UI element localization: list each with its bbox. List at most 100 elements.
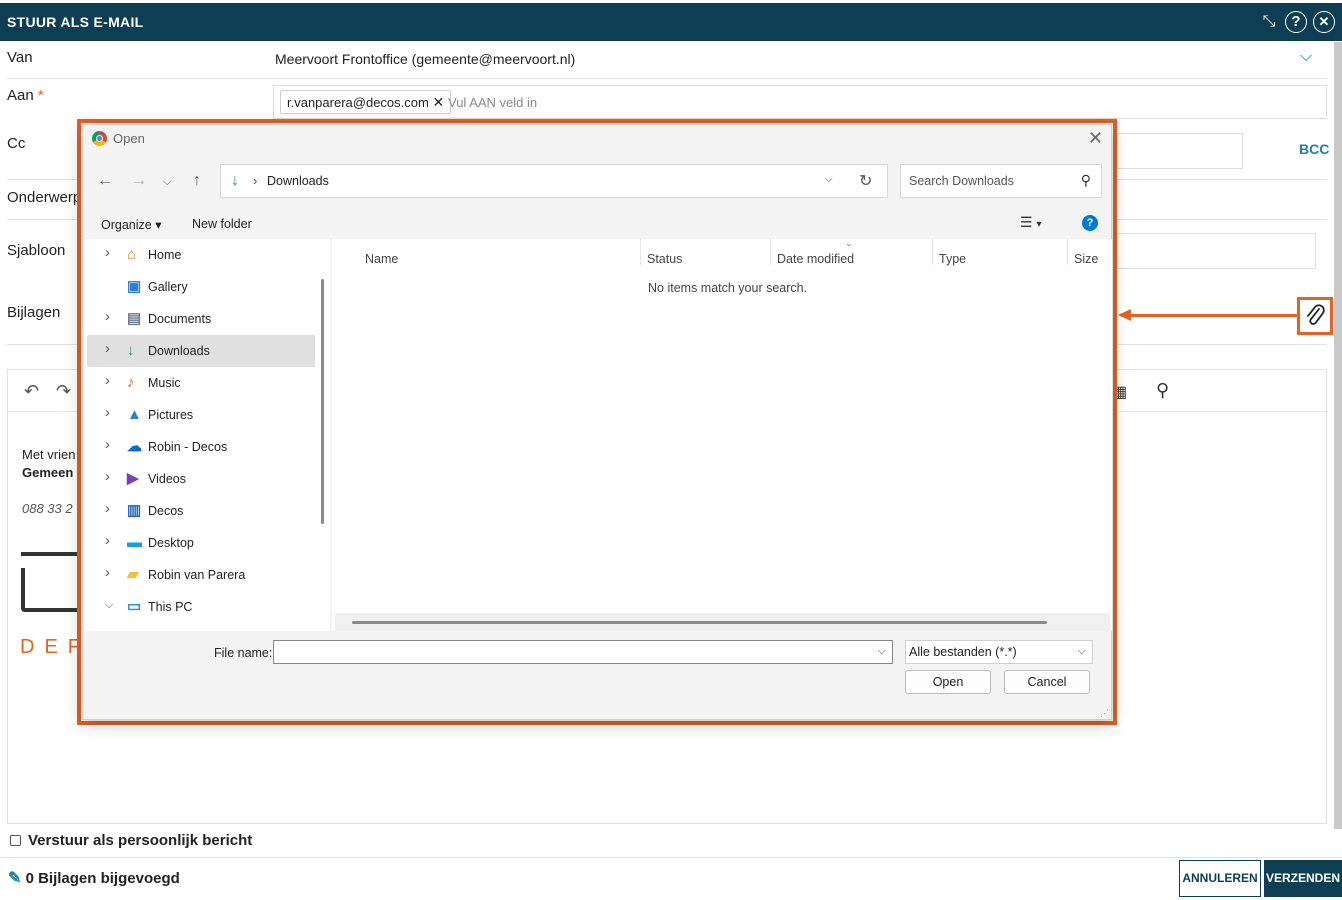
nav-item-videos[interactable]: › ▶ Videos	[87, 463, 315, 495]
signature-greeting: Met vrien	[22, 447, 76, 462]
videos-icon: ▶	[127, 470, 139, 487]
chevron-right-icon[interactable]: ›	[105, 308, 110, 325]
signature-phone: 088 33 2	[22, 501, 73, 516]
file-list[interactable]: Name Status Date modified ⌄ Type Size No…	[332, 238, 1112, 631]
nav-item-label: Robin - Decos	[148, 440, 228, 454]
music-icon: ♪	[127, 374, 135, 391]
search-icon: ⚲	[1080, 172, 1091, 188]
dialog-close-icon[interactable]: ✕	[1088, 128, 1103, 149]
chevron-right-icon[interactable]: ›	[105, 436, 110, 453]
downloads-icon: ↓	[231, 172, 239, 189]
column-name[interactable]: Name	[365, 252, 398, 266]
chevron-down-icon[interactable]: ⌵	[105, 599, 113, 612]
nav-item-pictures[interactable]: › ▲ Pictures	[87, 399, 315, 431]
file-name-input[interactable]: ⌵	[273, 640, 893, 664]
empty-message: No items match your search.	[648, 281, 808, 295]
home-icon: ⌂	[127, 246, 137, 263]
forward-icon[interactable]: →	[131, 172, 147, 190]
redo-icon[interactable]: ↷	[56, 381, 71, 402]
column-date-modified[interactable]: Date modified	[777, 252, 854, 266]
page-scrollbar[interactable]	[1334, 42, 1342, 829]
annotation-arrowhead	[1118, 309, 1131, 321]
logo-mark	[21, 568, 25, 612]
chevron-right-icon[interactable]: ›	[105, 404, 110, 421]
cc-field[interactable]	[1117, 133, 1243, 169]
chevron-down-icon[interactable]: ⌵	[1078, 645, 1086, 658]
chevron-right-icon[interactable]: ›	[105, 340, 110, 357]
nav-item-label: Desktop	[148, 536, 194, 550]
nav-item-music[interactable]: › ♪ Music	[87, 367, 315, 399]
nav-item-robin-decos[interactable]: › ☁ Robin - Decos	[87, 431, 315, 463]
nav-item-label: Music	[148, 376, 181, 390]
sjabloon-field[interactable]	[1117, 233, 1316, 269]
help-icon[interactable]: ?	[1082, 215, 1098, 231]
persoonlijk-checkbox[interactable]: Verstuur als persoonlijk bericht	[10, 832, 252, 849]
back-icon[interactable]: ←	[97, 172, 113, 190]
chevron-right-icon[interactable]: ›	[105, 532, 110, 549]
close-icon[interactable]: ✕	[1313, 11, 1335, 33]
organize-menu[interactable]: Organize ▾	[101, 217, 161, 232]
new-folder-button[interactable]: New folder	[192, 217, 252, 231]
nav-item-label: Documents	[148, 312, 212, 326]
column-status[interactable]: Status	[647, 252, 682, 266]
chevron-right-icon[interactable]: ›	[105, 468, 110, 485]
nav-item-label: Robin van Parera	[148, 568, 246, 582]
chevron-down-icon[interactable]: ⌵	[1300, 48, 1312, 66]
up-icon[interactable]: ↑	[193, 172, 201, 190]
nav-item-decos[interactable]: › ▥ Decos	[87, 495, 315, 527]
sort-indicator-icon: ⌄	[845, 238, 853, 248]
nav-item-documents[interactable]: › ▤ Documents	[87, 303, 315, 335]
remove-recipient-icon[interactable]: ✕	[432, 94, 444, 110]
send-button[interactable]: VERZENDEN	[1264, 860, 1342, 897]
search-placeholder: Search Downloads	[909, 174, 1014, 188]
nav-item-downloads[interactable]: › ↓ Downloads	[87, 335, 315, 367]
undo-icon[interactable]: ↶	[24, 381, 39, 402]
column-type[interactable]: Type	[939, 252, 966, 266]
breadcrumb[interactable]: Downloads	[267, 174, 329, 188]
divider	[7, 78, 1327, 79]
view-options-icon[interactable]: ☰ ▾	[1020, 214, 1041, 231]
nav-item-home[interactable]: › ⌂ Home	[87, 239, 315, 271]
sjabloon-label: Sjabloon	[7, 242, 66, 259]
column-size[interactable]: Size	[1074, 252, 1098, 266]
refresh-icon[interactable]: ↻	[859, 171, 872, 191]
column-divider[interactable]	[932, 239, 933, 265]
chevron-right-icon[interactable]: ›	[105, 500, 110, 517]
footer-bar: ✎ 0 Bijlagen bijgevoegd ANNULEREN VERZEN…	[0, 857, 1342, 900]
nav-item-this-pc[interactable]: ⌵ ▭ This PC	[87, 591, 315, 623]
chevron-down-icon[interactable]: ⌵	[878, 645, 886, 658]
help-icon[interactable]: ?	[1285, 11, 1307, 33]
resize-grip-icon[interactable]: ⋰	[1100, 708, 1109, 719]
aan-input[interactable]: Vul AAN veld in	[448, 95, 537, 110]
search-input[interactable]: Search Downloads ⚲	[900, 164, 1102, 198]
checkbox[interactable]	[10, 835, 21, 846]
stamp-icon[interactable]: ⚲	[1156, 380, 1169, 401]
bcc-link[interactable]: BCC	[1299, 141, 1329, 157]
chevron-down-icon[interactable]: ⌵	[825, 174, 833, 185]
navigation-scrollbar[interactable]	[321, 279, 324, 524]
chevron-right-icon[interactable]: ›	[105, 564, 110, 581]
address-bar[interactable]: ↓ › Downloads ⌵ ↻	[220, 164, 888, 198]
aan-label: Aan *	[7, 87, 44, 104]
file-type-select[interactable]: Alle bestanden (*.*) ⌵	[905, 640, 1093, 664]
van-select[interactable]: Meervoort Frontoffice (gemeente@meervoor…	[275, 51, 575, 67]
dialog-cancel-button[interactable]: Cancel	[1004, 670, 1090, 694]
building-icon: ▥	[127, 502, 142, 519]
open-button[interactable]: Open	[905, 670, 991, 694]
nav-item-gallery[interactable]: ▣ Gallery	[87, 271, 315, 303]
column-divider[interactable]	[770, 239, 771, 265]
attach-button[interactable]	[1297, 297, 1333, 335]
nav-item-robin-van-parera[interactable]: › ▰ Robin van Parera	[87, 559, 315, 591]
chevron-right-icon[interactable]: ›	[105, 372, 110, 389]
column-divider[interactable]	[1067, 239, 1068, 265]
cancel-button[interactable]: ANNULEREN	[1179, 860, 1261, 897]
nav-item-desktop[interactable]: › ▬ Desktop	[87, 527, 315, 559]
chevron-right-icon[interactable]: ›	[105, 244, 110, 261]
onedrive-icon: ☁	[127, 438, 142, 455]
dialog-header: STUUR ALS E-MAIL ⤡ ? ✕	[0, 3, 1342, 41]
horizontal-scrollbar[interactable]	[352, 621, 1047, 624]
minimize-icon[interactable]: ⤡	[1258, 11, 1280, 33]
recent-locations-icon[interactable]: ⌵	[163, 176, 171, 189]
column-divider[interactable]	[640, 239, 641, 265]
nav-item-label: This PC	[148, 600, 193, 614]
